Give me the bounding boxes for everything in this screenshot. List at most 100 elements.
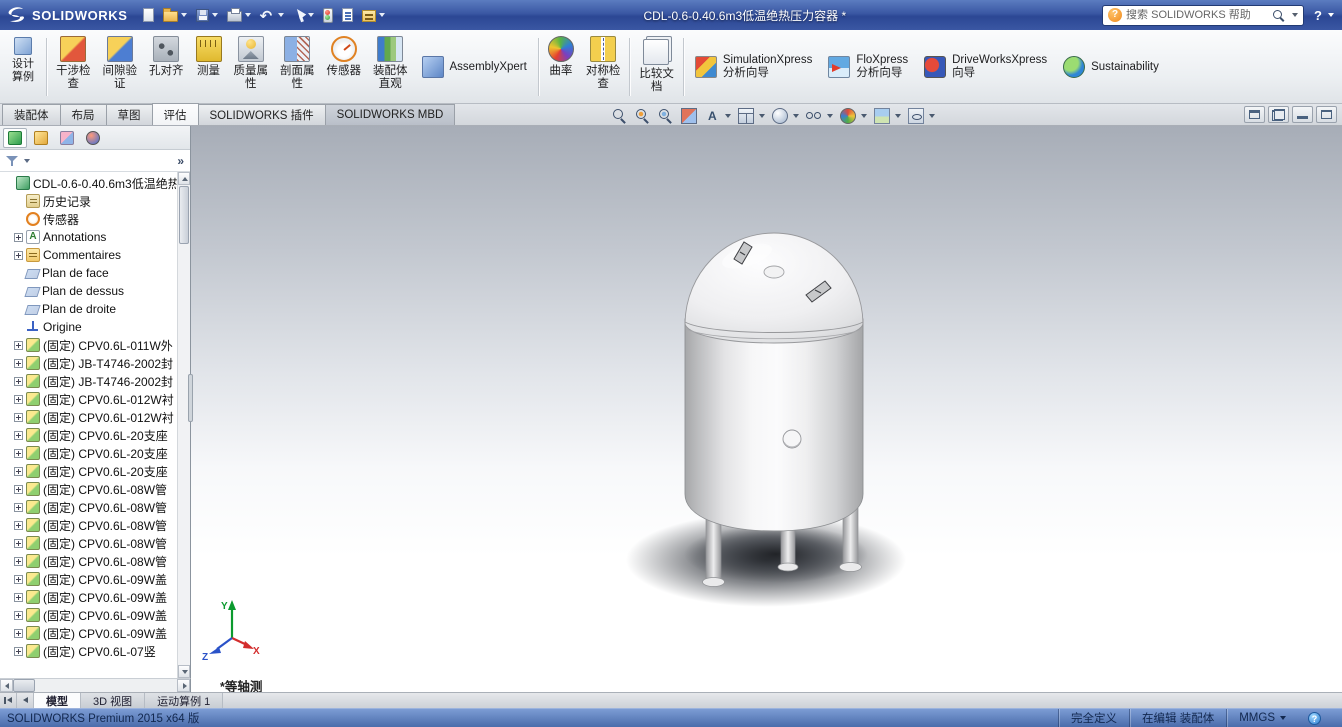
sensor-button[interactable]: 传感器 (321, 33, 368, 101)
tab-assembly[interactable]: 装配体 (2, 104, 61, 125)
assemblyxpert-button[interactable]: AssemblyXpert (414, 33, 535, 101)
tree-item[interactable]: (固定) CPV0.6L-09W盖 (0, 606, 177, 624)
design-study-button[interactable]: 设计算例 (3, 33, 43, 101)
hscroll-thumb[interactable] (13, 679, 35, 692)
options-dropdown-caret[interactable] (379, 13, 385, 17)
tree-item[interactable]: (固定) CPV0.6L-09W盖 (0, 570, 177, 588)
dynamic-annotation-views-button[interactable] (704, 108, 731, 124)
symmetry-check-button[interactable]: 对称检查 (580, 33, 627, 101)
previous-view-button[interactable] (658, 108, 674, 124)
display-style-dropdown-caret[interactable] (793, 114, 799, 118)
body-port[interactable] (783, 430, 801, 448)
expand-icon[interactable] (14, 359, 23, 368)
first-tab-button[interactable] (0, 693, 17, 708)
open-dropdown-caret[interactable] (181, 13, 187, 17)
view-settings-button[interactable] (908, 108, 935, 124)
tree-item[interactable]: (固定) CPV0.6L-011W外 (0, 336, 177, 354)
print-dropdown-caret[interactable] (245, 13, 251, 17)
hscroll-right-button[interactable] (177, 679, 190, 692)
zoom-to-fit-button[interactable] (612, 108, 628, 124)
clearance-verification-button[interactable]: 间隙验证 (97, 33, 144, 101)
tree-item[interactable]: CDL-0.6-0.40.6m3低温绝热 (0, 174, 177, 192)
expand-icon[interactable] (14, 629, 23, 638)
tree-item[interactable]: 传感器 (0, 210, 177, 228)
open-button[interactable] (160, 6, 190, 24)
panel-splitter-grip[interactable] (188, 374, 193, 422)
view-orientation-button[interactable] (738, 108, 765, 124)
apply-scene-button[interactable] (874, 108, 901, 124)
tree-item[interactable]: Plan de face (0, 264, 177, 282)
expand-icon[interactable] (14, 341, 23, 350)
propertymanager-tab[interactable] (29, 128, 53, 148)
vessel-body[interactable] (685, 319, 863, 531)
expand-icon[interactable] (14, 449, 23, 458)
quick-tips-toggle[interactable] (1308, 712, 1321, 725)
tree-item[interactable]: 历史记录 (0, 192, 177, 210)
tree-item[interactable]: Plan de droite (0, 300, 177, 318)
mass-properties-button[interactable]: 质量属性 (228, 33, 275, 101)
previous-tab-button[interactable] (17, 693, 34, 708)
expand-icon[interactable] (14, 467, 23, 476)
expand-icon[interactable] (14, 233, 23, 242)
view-settings-dropdown-caret[interactable] (929, 114, 935, 118)
view-orientation-dropdown-caret[interactable] (759, 114, 765, 118)
expand-icon[interactable] (14, 539, 23, 548)
tree-item[interactable]: Plan de dessus (0, 282, 177, 300)
simulationxpress-button[interactable]: SimulationXpress分析向导 (687, 33, 820, 101)
rebuild-button[interactable] (320, 6, 336, 25)
apply-scene-dropdown-caret[interactable] (895, 114, 901, 118)
search-icon[interactable] (1272, 9, 1285, 22)
assembly-visualization-button[interactable]: 装配体直观 (367, 33, 414, 101)
options-button[interactable] (359, 6, 388, 24)
tree-item[interactable]: (固定) CPV0.6L-20支座 (0, 426, 177, 444)
expand-icon[interactable] (14, 521, 23, 530)
model-pressure-vessel[interactable] (191, 126, 1342, 678)
displaymanager-tab[interactable] (81, 128, 105, 148)
doc-window-cascade-button[interactable] (1268, 106, 1289, 123)
tree-item[interactable]: (固定) CPV0.6L-08W管 (0, 516, 177, 534)
tree-item[interactable]: (固定) CPV0.6L-07竖 (0, 642, 177, 660)
dome-port[interactable] (764, 266, 784, 278)
tree-item[interactable]: Commentaires (0, 246, 177, 264)
expand-icon[interactable] (14, 647, 23, 656)
undo-dropdown-caret[interactable] (278, 13, 284, 17)
tree-item[interactable]: (固定) CPV0.6L-20支座 (0, 444, 177, 462)
help-search-input[interactable] (1126, 9, 1268, 21)
tree-hscrollbar[interactable] (0, 678, 191, 692)
scroll-down-button[interactable] (178, 665, 190, 678)
tab-sketch[interactable]: 草图 (106, 104, 153, 125)
featuremanager-tab[interactable] (3, 128, 27, 148)
expand-icon[interactable] (14, 413, 23, 422)
display-style-button[interactable] (772, 108, 799, 124)
help-dropdown-caret[interactable] (1328, 13, 1334, 17)
help-button[interactable]: ? (1314, 8, 1334, 23)
measure-button[interactable]: 测量 (190, 33, 228, 101)
scroll-thumb[interactable] (179, 186, 189, 244)
expand-icon[interactable] (14, 557, 23, 566)
tree-item[interactable]: (固定) CPV0.6L-012W衬 (0, 408, 177, 426)
section-properties-button[interactable]: 剖面属性 (274, 33, 321, 101)
vessel-dome[interactable] (685, 233, 863, 343)
tree-item[interactable]: Origine (0, 318, 177, 336)
floxpress-button[interactable]: FloXpress分析向导 (820, 33, 916, 101)
expand-icon[interactable] (14, 251, 23, 260)
expand-icon[interactable] (14, 503, 23, 512)
hscroll-left-button[interactable] (0, 679, 13, 692)
expand-icon[interactable] (14, 593, 23, 602)
tree-item[interactable]: (固定) CPV0.6L-08W管 (0, 552, 177, 570)
edit-appearance-dropdown-caret[interactable] (861, 114, 867, 118)
edit-appearance-button[interactable] (840, 108, 867, 124)
doc-window-maximize-button[interactable] (1316, 106, 1337, 123)
model-tab-1[interactable]: 模型 (34, 693, 81, 708)
tab-solidworks-mbd[interactable]: SOLIDWORKS MBD (325, 104, 456, 125)
save-dropdown-caret[interactable] (212, 13, 218, 17)
scroll-up-button[interactable] (178, 172, 190, 185)
tree-item[interactable]: (固定) CPV0.6L-09W盖 (0, 588, 177, 606)
curvature-button[interactable]: 曲率 (542, 33, 580, 101)
tree-item[interactable]: (固定) JB-T4746-2002封 (0, 354, 177, 372)
graphics-area[interactable]: Y X Z (191, 126, 1342, 678)
model-tab-2[interactable]: 3D 视图 (81, 693, 145, 708)
tree-item[interactable]: (固定) JB-T4746-2002封 (0, 372, 177, 390)
driveworksxpress-button[interactable]: DriveWorksXpress向导 (916, 33, 1055, 101)
tab-layout[interactable]: 布局 (60, 104, 107, 125)
